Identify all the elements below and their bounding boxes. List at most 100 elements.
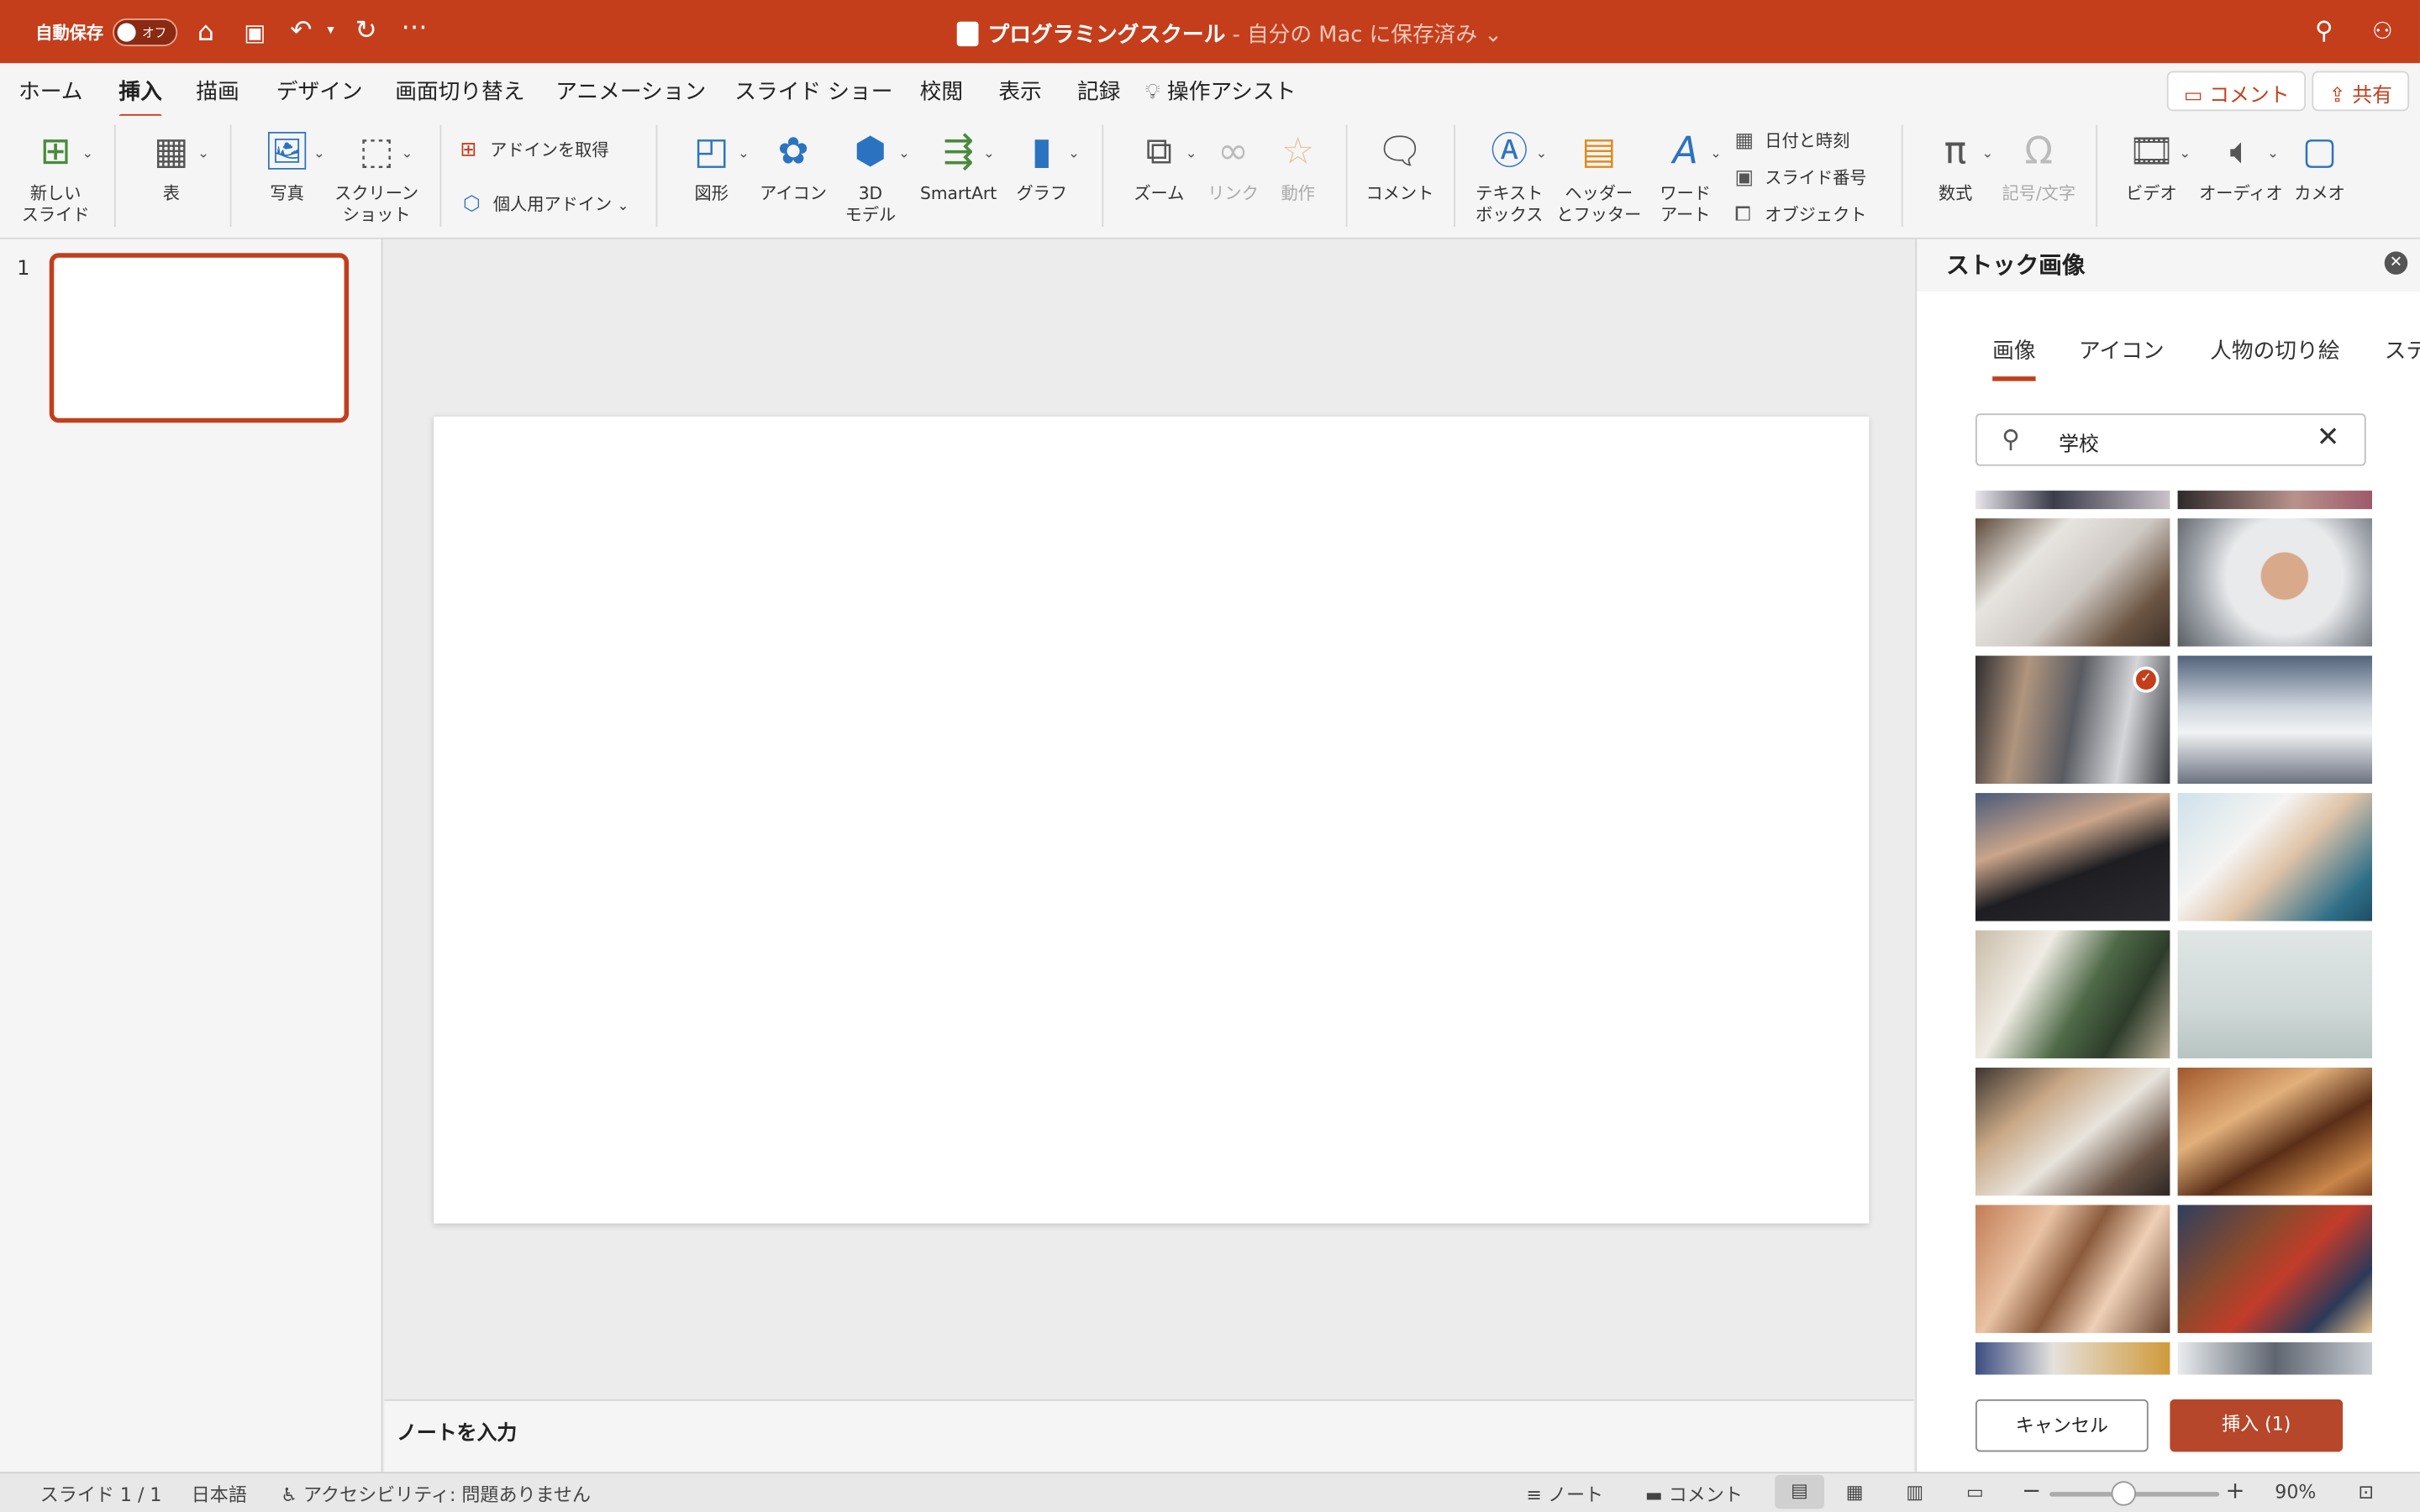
wordart-dropdown-icon[interactable]: ⌄: [1710, 146, 1722, 161]
stock-image[interactable]: [2177, 655, 2373, 785]
pictures-dropdown-icon[interactable]: ⌄: [313, 146, 325, 161]
screenshot-dropdown-icon[interactable]: ⌄: [402, 146, 413, 161]
stock-image-selected[interactable]: ✓: [1975, 655, 2170, 785]
stock-image[interactable]: [1975, 491, 2170, 510]
zoom-button[interactable]: ⧉ ズーム: [1120, 125, 1197, 206]
slide-sorter-icon[interactable]: ▦: [1846, 1481, 1864, 1503]
equation-dropdown-icon[interactable]: ⌄: [1981, 146, 1993, 161]
zoom-level[interactable]: 90%: [2275, 1481, 2316, 1503]
stock-image[interactable]: [2177, 518, 2373, 647]
search-icon[interactable]: ⚲: [2315, 15, 2333, 46]
zoom-in-icon[interactable]: +: [2226, 1477, 2245, 1504]
tab-record[interactable]: 記録: [1077, 76, 1120, 107]
link-button[interactable]: ∞ リンク: [1204, 125, 1263, 206]
pane-tab-images[interactable]: 画像: [1992, 335, 2036, 381]
pictures-button[interactable]: 🖼︎ 写真: [250, 125, 324, 206]
document-title[interactable]: プログラミングスクール - 自分の Mac に保存済み ⌄: [956, 18, 1502, 50]
zoom-out-icon[interactable]: −: [2022, 1477, 2041, 1504]
table-button[interactable]: ▦ 表: [136, 125, 207, 206]
action-button[interactable]: ☆ 動作: [1269, 125, 1328, 206]
language-indicator[interactable]: 日本語: [192, 1481, 247, 1507]
video-button[interactable]: 🎞︎ ビデオ: [2114, 125, 2188, 206]
stock-image[interactable]: [2177, 930, 2373, 1058]
screenshot-button[interactable]: ⬚ スクリーン ショット: [330, 125, 423, 227]
table-dropdown-icon[interactable]: ⌄: [197, 146, 209, 161]
stock-image[interactable]: [1975, 1067, 2170, 1196]
stock-image[interactable]: [1975, 930, 2170, 1058]
tab-review[interactable]: 校閲: [920, 76, 963, 107]
stock-image[interactable]: [2177, 1067, 2373, 1196]
close-icon[interactable]: ✕: [2384, 251, 2408, 275]
cancel-button[interactable]: キャンセル: [1975, 1399, 2149, 1452]
shapes-dropdown-icon[interactable]: ⌄: [738, 146, 750, 161]
notes-toggle[interactable]: ≡ ノート: [1526, 1481, 1603, 1507]
account-icon[interactable]: ⚇: [2372, 15, 2393, 46]
get-addins-button[interactable]: ⊞ アドインを取得: [460, 137, 608, 162]
pane-tab-cutout-people[interactable]: 人物の切り絵: [2210, 335, 2339, 366]
normal-view-icon[interactable]: ▤: [1775, 1474, 1824, 1509]
slide-thumbnail[interactable]: [49, 253, 350, 423]
undo-dropdown-icon[interactable]: ▾: [327, 24, 334, 39]
header-footer-button[interactable]: ▤ ヘッダー とフッター: [1555, 125, 1642, 227]
insert-comment-button[interactable]: 🗨︎ コメント: [1365, 125, 1435, 206]
tab-view[interactable]: 表示: [998, 76, 1041, 107]
wordart-button[interactable]: A ワード アート: [1649, 125, 1723, 227]
clear-search-icon[interactable]: ✕: [2317, 421, 2340, 454]
chart-button[interactable]: ▮ グラフ: [1007, 125, 1077, 206]
3d-models-dropdown-icon[interactable]: ⌄: [898, 146, 910, 161]
audio-button[interactable]: 🔈︎ オーディオ: [2197, 125, 2284, 206]
accessibility-status[interactable]: ♿︎ アクセシビリティ: 問題ありません: [281, 1481, 591, 1507]
new-slide-dropdown-icon[interactable]: ⌄: [82, 146, 93, 161]
slideshow-view-icon[interactable]: ▭: [1966, 1481, 1984, 1503]
new-slide-button[interactable]: ⊞ 新しい スライド: [15, 125, 96, 227]
comments-toggle[interactable]: ▬ コメント: [1645, 1481, 1743, 1507]
stock-image[interactable]: [1975, 1205, 2170, 1333]
fit-slide-icon[interactable]: ⊡: [2358, 1481, 2373, 1503]
smartart-dropdown-icon[interactable]: ⌄: [983, 146, 995, 161]
stock-image[interactable]: [1975, 518, 2170, 647]
chart-dropdown-icon[interactable]: ⌄: [1068, 146, 1080, 161]
tab-animations[interactable]: アニメーション: [555, 76, 706, 107]
textbox-dropdown-icon[interactable]: ⌄: [1536, 146, 1548, 161]
slide-number-button[interactable]: ▣ スライド番号: [1734, 165, 1866, 190]
undo-icon[interactable]: ↶: [290, 15, 312, 46]
zoom-slider-handle[interactable]: [2111, 1481, 2136, 1506]
share-button[interactable]: ⇪ 共有: [2312, 71, 2410, 112]
slide-canvas[interactable]: [434, 416, 1870, 1224]
redo-icon[interactable]: ↻: [355, 15, 376, 46]
tab-insert[interactable]: 挿入: [118, 76, 162, 119]
reading-view-icon[interactable]: ▥: [1906, 1481, 1923, 1503]
3d-models-button[interactable]: ⬢ 3D モデル: [834, 125, 908, 227]
tab-design[interactable]: デザイン: [276, 76, 363, 107]
comment-button[interactable]: ▭ コメント: [2166, 71, 2307, 112]
smartart-button[interactable]: ⇶ SmartArt: [913, 125, 1003, 206]
autosave-toggle[interactable]: オフ: [113, 18, 178, 47]
stock-image[interactable]: [2177, 1341, 2373, 1375]
notes-area[interactable]: ノートを入力: [384, 1399, 1914, 1473]
tab-home[interactable]: ホーム: [18, 76, 82, 107]
home-icon[interactable]: ⌂: [197, 17, 214, 48]
zoom-dropdown-icon[interactable]: ⌄: [1186, 146, 1197, 161]
audio-dropdown-icon[interactable]: ⌄: [2267, 146, 2279, 161]
stock-search-input[interactable]: ⚲ 学校 ✕: [1975, 413, 2366, 466]
object-button[interactable]: ⧠ オブジェクト: [1734, 202, 1866, 227]
tab-slideshow[interactable]: スライド ショー: [734, 76, 892, 107]
stock-image[interactable]: [2177, 491, 2373, 510]
pane-tab-icons[interactable]: アイコン: [2079, 335, 2165, 366]
stock-image[interactable]: [1975, 1341, 2170, 1375]
video-dropdown-icon[interactable]: ⌄: [2179, 146, 2191, 161]
tab-tell-me[interactable]: 💡︎ 操作アシスト: [1145, 76, 1296, 107]
cameo-button[interactable]: ▢ カメオ: [2287, 125, 2352, 206]
my-addins-button[interactable]: ⬡ 個人用アドイン ⌄: [463, 192, 629, 217]
tab-draw[interactable]: 描画: [196, 76, 239, 107]
stock-image[interactable]: [2177, 793, 2373, 921]
tab-transitions[interactable]: 画面切り替え: [395, 76, 524, 107]
textbox-button[interactable]: Ⓐ テキスト ボックス: [1470, 125, 1550, 227]
pane-tab-stickers[interactable]: ステ: [2385, 335, 2420, 366]
date-time-button[interactable]: ▦ 日付と時刻: [1734, 128, 1849, 153]
symbol-button[interactable]: Ω 記号/文字: [2000, 125, 2077, 206]
insert-button[interactable]: 挿入 (1): [2170, 1399, 2344, 1452]
stock-image[interactable]: [2177, 1205, 2373, 1333]
more-icon[interactable]: ⋯: [402, 13, 428, 44]
save-icon[interactable]: ▣: [244, 17, 266, 48]
